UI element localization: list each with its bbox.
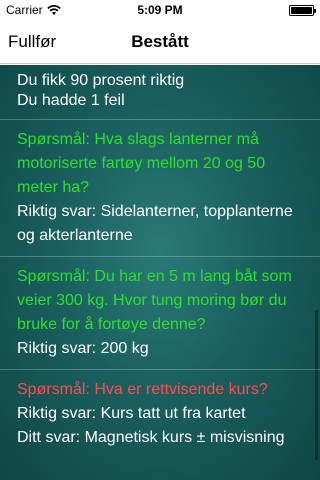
your-answer-text: Ditt svar: Magnetisk kurs ± misvisning [17,429,285,446]
correct-answer-text: Riktig svar: Kurs tatt ut fra kartet [17,405,246,422]
question-text: Spørsmål: Du har en 5 m lang båt som vei… [17,268,292,333]
battery-icon [289,4,316,16]
result-item: Spørsmål: Hva slags lanterner må motoris… [0,120,320,257]
errors-text: Du hadde 1 feil [17,92,125,109]
score-text: Du fikk 90 prosent riktig [17,72,185,89]
finish-button[interactable]: Fullfør [8,20,56,64]
question-text: Spørsmål: Hva er rettvisende kurs? [17,381,268,398]
results-list[interactable]: Du fikk 90 prosent riktig Du hadde 1 fei… [0,65,320,480]
result-item: Spørsmål: Hva er rettvisende kurs? Rikti… [0,370,320,458]
carrier-label: Carrier [6,3,43,17]
status-bar: Carrier 5:09 PM [0,0,320,20]
summary-section: Du fikk 90 prosent riktig Du hadde 1 fei… [0,65,320,120]
question-text: Spørsmål: Hva slags lanterner må motoris… [17,131,266,196]
scroll-indicator[interactable] [315,310,318,460]
status-left: Carrier [6,3,61,17]
navigation-bar: Fullfør Bestått [0,20,320,64]
correct-answer-text: Riktig svar: Sidelanterner, topplanterne… [17,203,293,244]
result-item: Spørsmål: Du har en 5 m lang båt som vei… [0,257,320,370]
correct-answer-text: Riktig svar: 200 kg [17,340,149,357]
wifi-icon [46,5,61,15]
